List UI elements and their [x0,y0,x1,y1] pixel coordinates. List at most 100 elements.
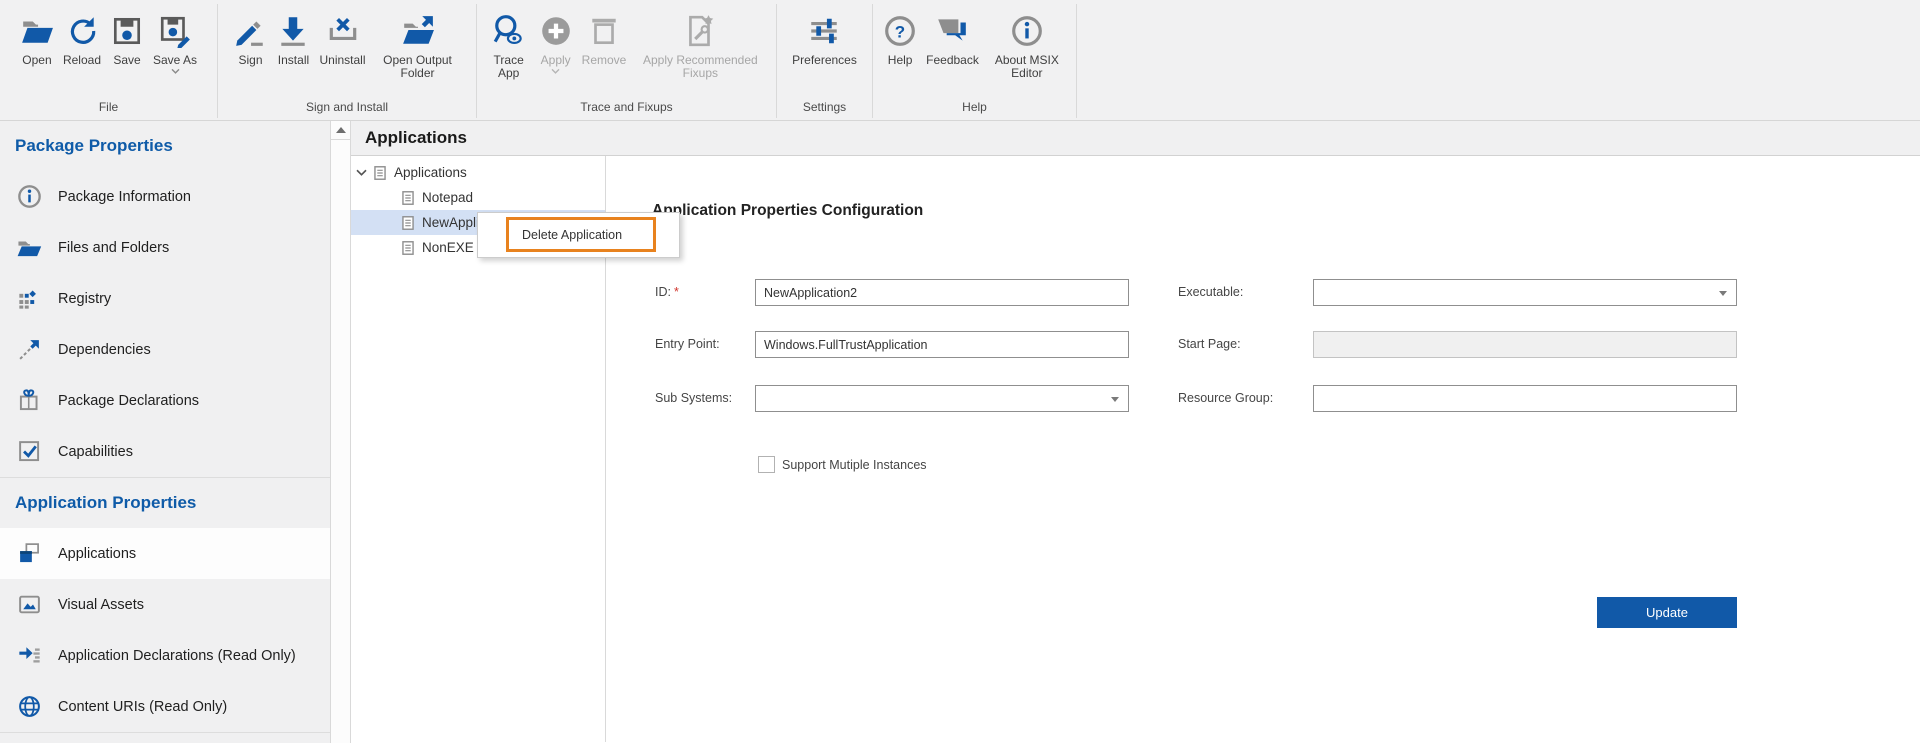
sidebar-item-application-declarations[interactable]: Application Declarations (Read Only) [0,630,330,681]
delete-application-menu-item[interactable]: Delete Application [506,217,656,252]
sign-label: Sign [238,53,263,67]
sign-pencil-icon [233,8,267,54]
resource-group-input[interactable] [1313,385,1737,412]
svg-text:?: ? [895,22,905,41]
apply-plus-icon [539,8,573,54]
sidebar-item-visual-assets[interactable]: Visual Assets [0,579,330,630]
sidebar-item-files-and-folders[interactable]: Files and Folders [0,222,330,273]
executable-label: Executable: [1178,285,1244,299]
required-marker: * [673,285,679,299]
chevron-down-icon[interactable] [170,68,181,75]
open-folder-icon [20,8,54,54]
sidebar-item-capabilities[interactable]: Capabilities [0,426,330,477]
document-icon [401,215,418,231]
executable-select[interactable] [1313,279,1737,306]
open-output-folder-icon [401,8,435,54]
sidebar-navigation: Package Properties Package Information F… [0,121,330,743]
open-output-folder-button[interactable]: Open Output Folder [372,8,464,81]
info-circle-icon [16,184,42,209]
entry-point-input[interactable] [755,331,1129,358]
ribbon-group-help: ? Help Feedback About MSIX Editor Help [873,4,1077,118]
support-multiple-instances-label: Support Mutiple Instances [782,457,927,472]
sidebar-item-package-declarations[interactable]: Package Declarations [0,375,330,426]
open-label: Open [22,53,52,67]
support-multiple-instances-row: Support Mutiple Instances [758,456,927,473]
install-button[interactable]: Install [273,8,313,67]
scrollbar-up-arrow[interactable] [331,121,350,140]
remove-label: Remove [581,53,627,67]
fixups-document-icon [683,8,717,54]
apply-recommended-fixups-label: Apply Recommended Fixups [642,53,758,81]
tree-node-label: Applications [394,165,467,180]
apply-recommended-fixups-button[interactable]: Apply Recommended Fixups [632,8,768,81]
arrow-list-icon [16,643,42,668]
dropdown-arrow-icon [1719,291,1727,296]
group-label-help: Help [962,100,987,114]
form-title: Application Properties Configuration [652,202,924,219]
preferences-button[interactable]: Preferences [789,8,860,67]
chevron-down-icon [550,68,561,75]
sidebar-section-package-properties: Package Properties [15,136,173,155]
tree-node-label: NonEXE [422,240,474,255]
image-icon [16,592,42,617]
save-as-label: Save As [153,53,198,67]
sidebar-section-application-properties: Application Properties [15,493,197,512]
help-label: Help [887,53,913,67]
feedback-button[interactable]: Feedback [923,8,982,67]
sidebar-item-content-uris[interactable]: Content URIs (Read Only) [0,681,330,732]
application-properties-form: Application Properties Configuration ID:… [607,156,1920,742]
sub-systems-select[interactable] [755,385,1129,412]
tree-node-applications[interactable]: Applications [351,160,605,185]
open-output-folder-label: Open Output Folder [383,53,452,81]
support-multiple-instances-checkbox[interactable] [758,456,775,473]
feedback-label: Feedback [926,53,979,67]
save-button[interactable]: Save [107,8,147,67]
about-info-icon [1010,8,1044,54]
sidebar-item-label: Capabilities [58,443,133,460]
help-question-icon: ? [883,8,917,54]
about-msix-editor-label: About MSIX Editor [994,53,1059,81]
folder-icon [16,235,42,261]
sign-button[interactable]: Sign [230,8,270,67]
reload-button[interactable]: Reload [60,8,104,67]
remove-button[interactable]: Remove [579,8,630,67]
group-label-trace-fixups: Trace and Fixups [580,100,673,114]
save-label: Save [113,53,141,67]
save-as-button[interactable]: Save As [150,8,200,75]
ribbon-toolbar: Open Reload Save Save As File Sign Insta… [0,0,1920,121]
reload-label: Reload [62,53,101,67]
ribbon-group-trace-fixups: Trace App Apply Remove Apply Recommended… [477,4,777,118]
sidebar-item-dependencies[interactable]: Dependencies [0,324,330,375]
group-label-settings: Settings [802,100,847,114]
preferences-label: Preferences [792,53,857,67]
apply-label: Apply [540,53,571,67]
sidebar-item-label: Package Declarations [58,392,200,409]
tree-node-notepad[interactable]: Notepad [351,185,605,210]
page-title-bar: Applications [351,121,1920,156]
uninstall-icon [326,8,360,54]
sidebar-item-applications[interactable]: Applications [0,528,330,579]
chevron-down-icon[interactable] [351,168,373,177]
sidebar-item-label: Files and Folders [58,239,170,256]
sidebar-divider [0,732,330,733]
document-icon [401,190,418,206]
open-button[interactable]: Open [17,8,57,67]
trace-app-button[interactable]: Trace App [485,8,533,81]
sidebar-scrollbar[interactable] [330,121,351,743]
uninstall-label: Uninstall [319,53,366,67]
sidebar-item-registry[interactable]: Registry [0,273,330,324]
context-menu: Delete Application [477,212,680,258]
uninstall-button[interactable]: Uninstall [316,8,368,67]
id-input[interactable] [755,279,1129,306]
help-button[interactable]: ? Help [880,8,920,67]
apply-button[interactable]: Apply [536,8,576,75]
sidebar-item-label: Package Information [58,188,191,205]
about-msix-editor-button[interactable]: About MSIX Editor [985,8,1069,81]
sidebar-item-package-information[interactable]: Package Information [0,171,330,222]
trace-app-label: Trace App [493,53,524,81]
trace-app-icon [492,8,526,54]
update-button[interactable]: Update [1597,597,1737,628]
sidebar-item-label: Visual Assets [58,596,144,613]
applications-windows-icon [16,541,42,566]
ribbon-group-sign-install: Sign Install Uninstall Open Output Folde… [218,4,477,118]
